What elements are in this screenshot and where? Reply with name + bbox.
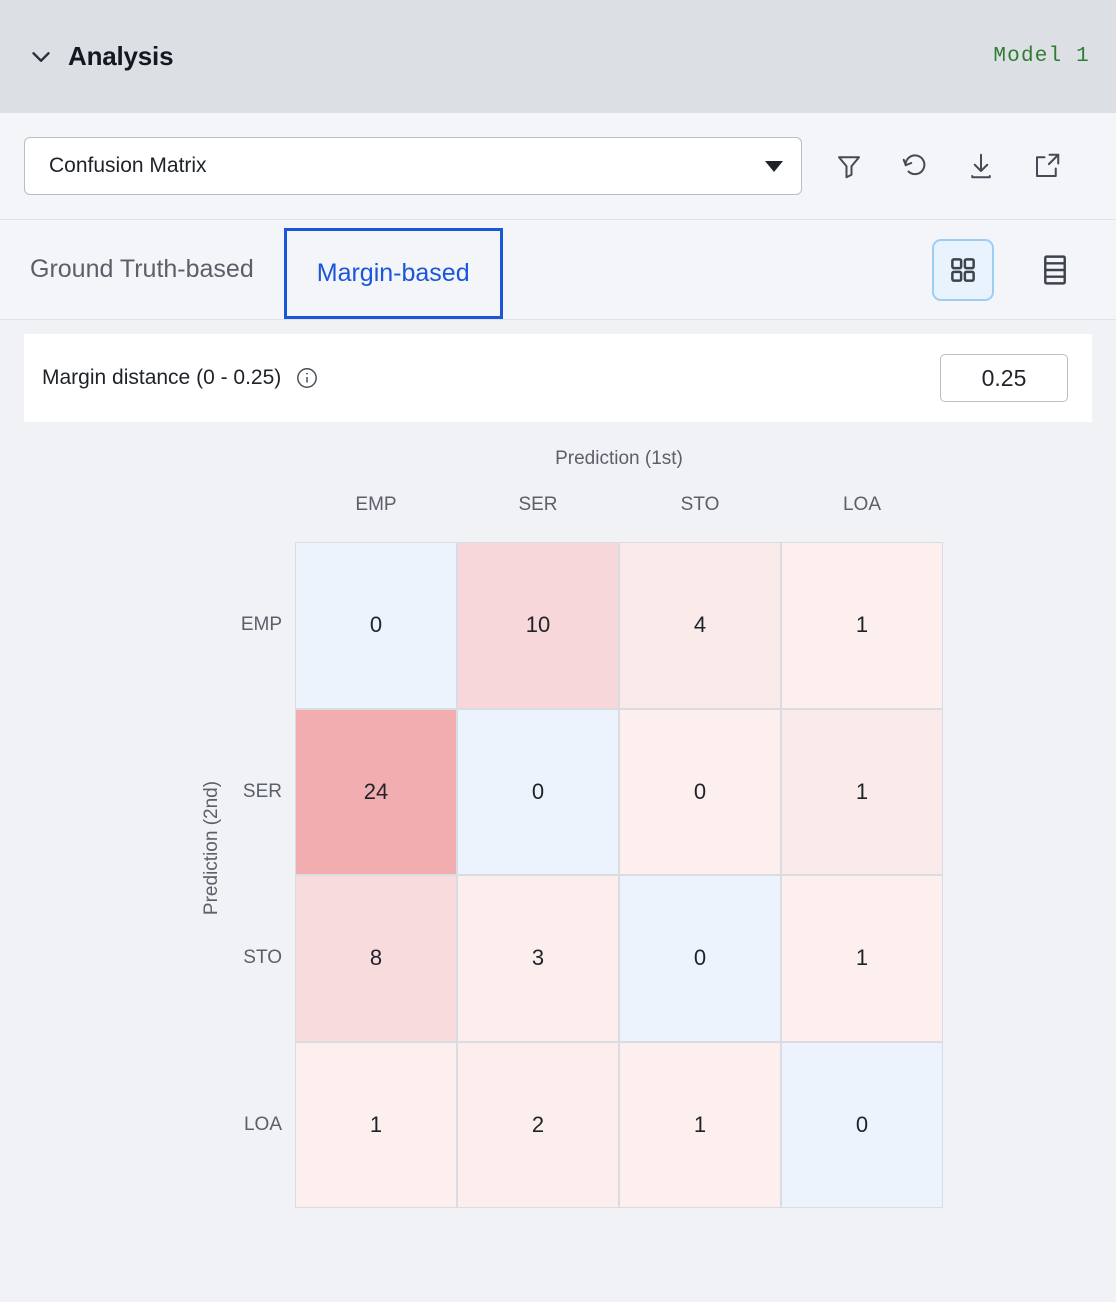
confusion-matrix: Prediction (1st) EMP SER STO LOA Predict… <box>0 422 1116 1284</box>
analysis-type-select[interactable]: Confusion Matrix <box>24 137 802 195</box>
filter-icon[interactable] <box>832 149 866 183</box>
matrix-cell[interactable]: 1 <box>620 1042 780 1207</box>
matrix-grid: 0 10 4 1 24 0 0 1 8 3 0 1 1 2 1 0 <box>295 542 943 1208</box>
view-toggle-group <box>932 220 1116 319</box>
analysis-tabbar: Ground Truth-based Margin-based <box>0 220 1116 320</box>
matrix-cell[interactable]: 0 <box>458 709 618 874</box>
margin-distance-row: Margin distance (0 - 0.25) 0.25 <box>24 334 1092 422</box>
tab-margin-based[interactable]: Margin-based <box>283 228 503 319</box>
analysis-toolbar: Confusion Matrix <box>0 113 1116 220</box>
margin-section: Margin distance (0 - 0.25) 0.25 <box>0 320 1116 422</box>
row-headers: EMP SER STO LOA <box>190 542 282 1208</box>
column-header: SER <box>518 494 558 515</box>
toolbar-icon-group <box>832 149 1064 183</box>
matrix-cell[interactable]: 10 <box>458 543 618 708</box>
column-header: LOA <box>842 494 882 515</box>
matrix-cell[interactable]: 0 <box>782 1042 942 1207</box>
matrix-cell[interactable]: 1 <box>296 1042 456 1207</box>
model-badge: Model 1 <box>993 45 1090 68</box>
column-header: STO <box>680 494 720 515</box>
tab-ground-truth-based[interactable]: Ground Truth-based <box>0 220 284 319</box>
row-header: EMP <box>240 614 282 636</box>
info-icon[interactable] <box>295 366 319 390</box>
row-header: SER <box>242 780 282 802</box>
row-header: STO <box>243 947 282 969</box>
margin-distance-label: Margin distance (0 - 0.25) <box>42 366 282 389</box>
margin-distance-input[interactable]: 0.25 <box>940 354 1068 402</box>
collapse-toggle-button[interactable] <box>24 40 58 74</box>
expand-icon[interactable] <box>1030 149 1064 183</box>
matrix-cell[interactable]: 8 <box>296 876 456 1041</box>
matrix-cell[interactable]: 0 <box>296 543 456 708</box>
matrix-cell[interactable]: 1 <box>782 709 942 874</box>
x-axis-title: Prediction (1st) <box>555 448 683 469</box>
reset-icon[interactable] <box>898 149 932 183</box>
matrix-cell[interactable]: 2 <box>458 1042 618 1207</box>
row-header: LOA <box>243 1113 282 1135</box>
grid-view-icon[interactable] <box>932 238 994 301</box>
matrix-cell[interactable]: 0 <box>620 876 780 1041</box>
matrix-cell[interactable]: 24 <box>296 709 456 874</box>
column-headers: EMP SER STO LOA <box>295 494 943 516</box>
matrix-cell[interactable]: 4 <box>620 543 780 708</box>
matrix-cell[interactable]: 1 <box>782 543 942 708</box>
matrix-cell[interactable]: 1 <box>782 876 942 1041</box>
table-view-icon[interactable] <box>1024 239 1086 301</box>
column-header: EMP <box>355 494 397 515</box>
analysis-type-value: Confusion Matrix <box>49 154 207 177</box>
chevron-down-icon <box>26 42 56 72</box>
panel-header: Analysis Model 1 <box>0 0 1116 113</box>
download-icon[interactable] <box>964 149 998 183</box>
matrix-cell[interactable]: 0 <box>620 709 780 874</box>
matrix-cell[interactable]: 3 <box>458 876 618 1041</box>
page-title: Analysis <box>68 41 174 71</box>
caret-down-icon <box>765 160 783 172</box>
